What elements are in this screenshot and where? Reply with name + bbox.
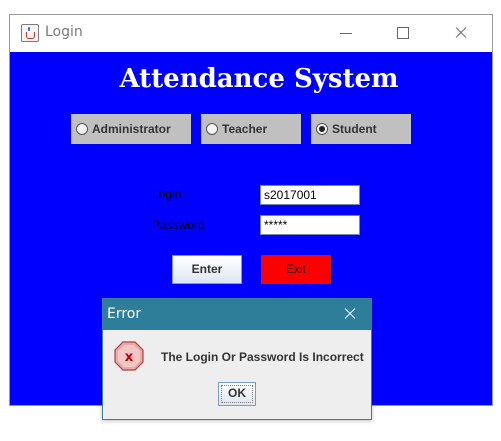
dialog-close-icon[interactable] xyxy=(341,305,359,323)
error-x-icon: x xyxy=(114,341,144,371)
password-label: Password xyxy=(152,218,205,232)
role-radio-student[interactable]: Student xyxy=(311,114,411,144)
login-label: Login xyxy=(152,187,182,201)
minimize-button[interactable] xyxy=(336,23,356,43)
role-radio-teacher[interactable]: Teacher xyxy=(201,114,301,144)
java-cup-icon xyxy=(21,24,39,42)
window-title: Login xyxy=(45,24,83,40)
ok-button[interactable]: OK xyxy=(218,382,256,406)
error-message: The Login Or Password Is Incorrect xyxy=(161,350,364,364)
focus-ring xyxy=(221,385,253,403)
svg-text:x: x xyxy=(125,350,134,365)
dialog-titlebar[interactable]: Error xyxy=(103,299,371,330)
enter-button[interactable]: Enter xyxy=(172,255,242,284)
maximize-button[interactable] xyxy=(393,23,413,43)
page-title: Attendance System xyxy=(119,64,399,94)
radio-checked-icon[interactable] xyxy=(316,123,328,135)
role-label-administrator: Administrator xyxy=(92,122,171,136)
role-label-student: Student xyxy=(332,122,377,136)
error-dialog: Error x The Login Or Password Is Incorre… xyxy=(102,298,372,420)
exit-button[interactable]: Exit xyxy=(261,255,331,284)
window-titlebar[interactable]: Login xyxy=(10,15,492,52)
close-button[interactable] xyxy=(451,23,471,43)
radio-circle-icon[interactable] xyxy=(206,123,218,135)
password-field[interactable]: ***** xyxy=(260,215,360,235)
role-label-teacher: Teacher xyxy=(222,122,268,136)
role-radio-administrator[interactable]: Administrator xyxy=(71,114,191,144)
login-field[interactable]: s2017001 xyxy=(260,185,360,205)
radio-circle-icon[interactable] xyxy=(76,123,88,135)
dialog-title: Error xyxy=(107,306,142,322)
